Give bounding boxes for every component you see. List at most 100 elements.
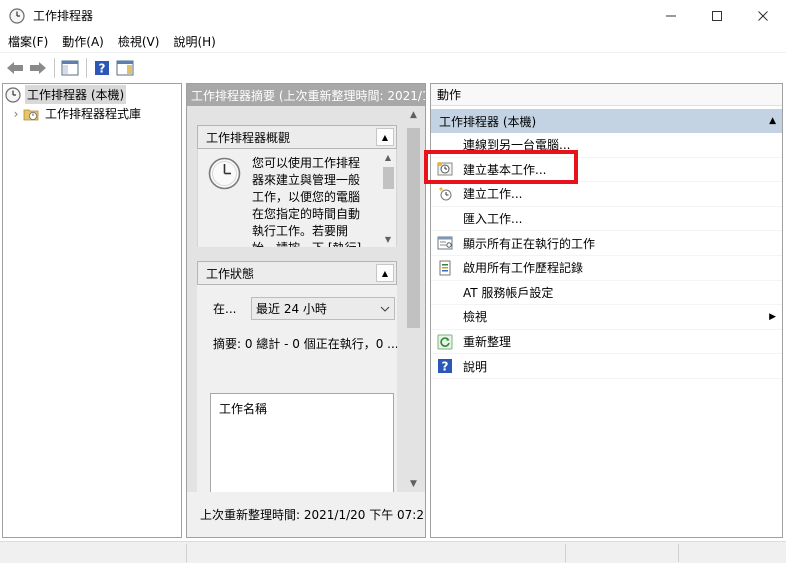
blank-icon: [437, 309, 453, 325]
help-button[interactable]: ?: [91, 57, 113, 79]
scroll-up-icon[interactable]: ▲: [380, 149, 396, 165]
toolbar-separator: [86, 57, 87, 78]
forward-button[interactable]: [27, 57, 49, 79]
action-enable-history[interactable]: 啟用所有工作歷程記錄: [431, 256, 782, 281]
menu-file[interactable]: 檔案(F): [2, 33, 54, 50]
status-bar-divider: [186, 544, 187, 562]
action-label: 顯示所有正在執行的工作: [463, 236, 596, 251]
status-period-value: 最近 24 小時: [256, 302, 327, 316]
show-hide-console-tree-button[interactable]: [59, 57, 81, 79]
show-hide-action-pane-icon: [116, 60, 134, 75]
overview-description: 您可以使用工作排程器來建立與管理一般工作，以便您的電腦在您指定的時間自動執行工作…: [252, 156, 361, 247]
overview-content: 您可以使用工作排程器來建立與管理一般工作，以便您的電腦在您指定的時間自動執行工作…: [197, 149, 397, 247]
minimize-button[interactable]: [648, 0, 694, 31]
blank-icon: [437, 211, 453, 227]
toolbar-separator: [54, 57, 55, 78]
show-hide-action-pane-button[interactable]: [114, 57, 136, 79]
svg-text:?: ?: [99, 61, 106, 75]
task-status-list[interactable]: 工作名稱: [210, 393, 394, 501]
help-icon: ?: [437, 358, 453, 374]
action-label: 重新整理: [463, 335, 512, 350]
tree-item-label: 工作排程器程式庫: [45, 107, 142, 121]
action-label: 說明: [463, 359, 488, 374]
actions-header: 動作: [431, 84, 782, 106]
overview-scrollbar[interactable]: ▲ ▼: [380, 149, 396, 247]
action-label: 連線到另一台電腦...: [463, 138, 571, 153]
close-icon: [758, 10, 768, 21]
menu-action[interactable]: 動作(A): [56, 33, 110, 50]
status-period-select[interactable]: 最近 24 小時: [251, 297, 395, 320]
minimize-icon: [666, 15, 676, 16]
running-tasks-icon: [437, 235, 453, 251]
task-name-column-header[interactable]: 工作名稱: [211, 394, 393, 417]
toolbar: ?: [0, 54, 786, 81]
maximize-button[interactable]: [694, 0, 740, 31]
show-hide-console-tree-icon: [61, 60, 79, 75]
forward-icon: [30, 61, 46, 74]
tree-item-library[interactable]: › 工作排程器程式庫: [3, 104, 181, 123]
svg-text:?: ?: [442, 360, 449, 374]
action-display-running-tasks[interactable]: 顯示所有正在執行的工作: [431, 231, 782, 256]
scroll-down-icon[interactable]: ▼: [405, 475, 422, 492]
scroll-thumb[interactable]: [383, 167, 394, 189]
menu-help[interactable]: 說明(H): [167, 33, 221, 50]
action-import-task[interactable]: 匯入工作...: [431, 207, 782, 232]
collapse-up-icon[interactable]: ▲: [769, 116, 776, 126]
scroll-down-icon[interactable]: ▼: [380, 231, 396, 247]
close-button[interactable]: [740, 0, 786, 31]
tree-item-label: 工作排程器 (本機): [25, 85, 127, 104]
chevron-down-icon: [376, 306, 394, 312]
summary-scrollbar[interactable]: ▲ ▼: [405, 106, 422, 492]
back-icon: [7, 61, 23, 74]
action-refresh[interactable]: 重新整理: [431, 330, 782, 355]
help-icon: ?: [95, 60, 109, 75]
last-refresh-footer: 上次重新整理時間: 2021/1/20 下午 07:27:: [187, 492, 425, 537]
overview-section-header[interactable]: 工作排程器概觀 ▲: [197, 125, 397, 149]
create-task-icon: [437, 186, 453, 202]
actions-pane: 動作 工作排程器 (本機) ▲ 連線到另一台電腦... 建立基本工作... 建立…: [430, 83, 783, 538]
back-button[interactable]: [4, 57, 26, 79]
status-bar-divider: [565, 544, 566, 562]
blank-icon: [437, 284, 453, 300]
status-summary: 摘要: 0 總計 - 0 個正在執行，0 ...: [213, 337, 397, 351]
action-label: 檢視: [463, 310, 488, 325]
action-label: 匯入工作...: [463, 212, 523, 227]
history-log-icon: [437, 260, 453, 276]
refresh-icon: [437, 334, 453, 350]
title-bar: 工作排程器: [0, 0, 786, 31]
task-scheduler-clock-icon: [9, 7, 25, 24]
menu-view[interactable]: 檢視(V): [112, 33, 166, 50]
action-at-service-account[interactable]: AT 服務帳戶設定: [431, 281, 782, 306]
action-connect-computer[interactable]: 連線到另一台電腦...: [431, 133, 782, 158]
status-bar-divider: [678, 544, 679, 562]
status-section-title: 工作狀態: [206, 266, 255, 281]
action-create-basic-task[interactable]: 建立基本工作...: [431, 158, 782, 183]
expand-chevron-icon[interactable]: ›: [9, 107, 23, 121]
blank-icon: [437, 137, 453, 153]
scroll-thumb[interactable]: [407, 128, 420, 328]
overview-section: 工作排程器概觀 ▲ 您可以使用工作排程器來建立與管理一般工作，以便您的電腦在您指…: [197, 125, 397, 247]
folder-clock-icon: [23, 109, 39, 120]
actions-group-header[interactable]: 工作排程器 (本機) ▲: [431, 109, 782, 133]
status-bar: [0, 541, 786, 563]
collapse-up-icon[interactable]: ▲: [376, 128, 394, 146]
scroll-up-icon[interactable]: ▲: [405, 106, 422, 123]
action-view[interactable]: 檢視 ▶: [431, 305, 782, 330]
status-section: 工作狀態 ▲ 在... 最近 24 小時 摘要: 0 總計 - 0 個正在執行，…: [197, 261, 397, 501]
action-label: 建立基本工作...: [463, 162, 547, 177]
tree-item-local[interactable]: 工作排程器 (本機): [3, 85, 181, 104]
clock-icon: [5, 86, 21, 103]
status-content: 在... 最近 24 小時 摘要: 0 總計 - 0 個正在執行，0 ... 工…: [197, 285, 397, 501]
overview-section-title: 工作排程器概觀: [206, 130, 291, 145]
action-label: 啟用所有工作歷程記錄: [463, 261, 584, 276]
collapse-up-icon[interactable]: ▲: [376, 264, 394, 282]
summary-header: 工作排程器摘要 (上次重新整理時間: 2021/1/20 下午 07:27:: [187, 84, 425, 106]
maximize-icon: [712, 10, 722, 21]
action-label: AT 服務帳戶設定: [463, 285, 554, 300]
status-section-header[interactable]: 工作狀態 ▲: [197, 261, 397, 285]
action-create-task[interactable]: 建立工作...: [431, 182, 782, 207]
action-help[interactable]: ? 說明: [431, 354, 782, 379]
create-basic-task-icon: [437, 161, 453, 177]
window-title: 工作排程器: [33, 9, 94, 23]
menu-bar: 檔案(F) 動作(A) 檢視(V) 說明(H): [0, 31, 786, 53]
